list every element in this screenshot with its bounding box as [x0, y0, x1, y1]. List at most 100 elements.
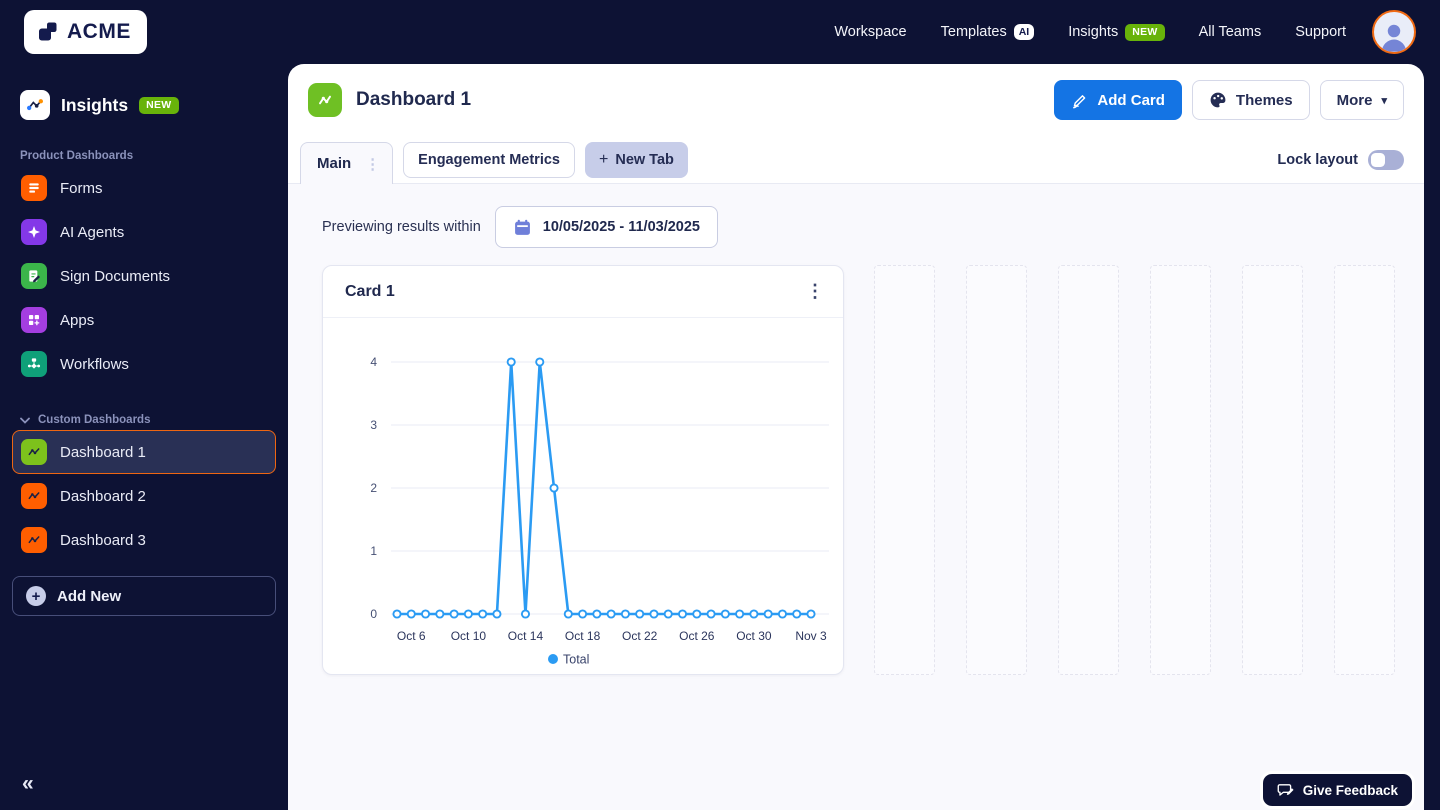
plus-icon: + [599, 150, 609, 168]
date-range-picker[interactable]: 10/05/2025 - 11/03/2025 [494, 206, 718, 248]
forms-icon [21, 175, 47, 201]
sidebar-item-forms[interactable]: Forms [12, 166, 276, 210]
give-feedback-button[interactable]: Give Feedback [1262, 774, 1412, 806]
avatar[interactable] [1372, 10, 1416, 54]
top-header: ACME Workspace Templates AI Insights NEW A… [0, 0, 1440, 64]
sidebar-item-sign-documents[interactable]: Sign Documents [12, 254, 276, 298]
tab-engagement-metrics[interactable]: Engagement Metrics [403, 141, 575, 178]
acme-logo[interactable]: ACME [24, 10, 147, 54]
card-header: Card 1 ⋮ [323, 266, 843, 318]
nav-templates-label: Templates [940, 24, 1007, 40]
custom-dashboards-label: Custom Dashboards [38, 414, 151, 426]
card-1[interactable]: Card 1 ⋮ 0 1 2 3 4 Oct 6 Oct 10 Oct 14 Oct 18 Oct… [322, 265, 844, 675]
svg-text:Oct 10: Oct 10 [451, 629, 487, 643]
dashboard-content: Previewing results within 10/05/2025 - 1… [288, 184, 1424, 810]
card-placeholder [1242, 265, 1303, 675]
chevron-down-icon [20, 417, 30, 424]
svg-text:Total: Total [563, 653, 589, 667]
nav-workspace-label: Workspace [834, 24, 907, 40]
more-label: More [1336, 91, 1373, 109]
calendar-icon [514, 219, 530, 235]
svg-text:Oct 30: Oct 30 [736, 629, 772, 643]
preview-label: Previewing results within [322, 219, 481, 235]
dashboard-1-icon [21, 439, 47, 465]
workflows-icon [21, 351, 47, 377]
sidebar-item-dashboard-2-label: Dashboard 2 [60, 487, 146, 505]
sidebar: Insights NEW Product Dashboards Forms AI… [0, 64, 288, 810]
card-placeholder [1058, 265, 1119, 675]
svg-text:Oct 26: Oct 26 [679, 629, 715, 643]
svg-text:1: 1 [370, 544, 377, 558]
nav-all-teams-label: All Teams [1198, 24, 1262, 40]
ai-badge: AI [1013, 24, 1035, 40]
insights-new-badge: NEW [1125, 23, 1165, 41]
apps-icon [21, 307, 47, 333]
add-new-button[interactable]: + Add New [12, 576, 276, 616]
svg-text:Oct 6: Oct 6 [397, 629, 426, 643]
acme-logo-icon [39, 22, 57, 41]
sidebar-app-title: Insights [61, 94, 129, 115]
sidebar-item-dashboard-3-label: Dashboard 3 [60, 531, 146, 549]
nav-insights-label: Insights [1068, 24, 1119, 40]
nav-all-teams[interactable]: All Teams [1199, 24, 1262, 40]
ai-agents-icon [21, 219, 47, 245]
new-tab-label: New Tab [615, 151, 674, 168]
sidebar-new-badge: NEW [139, 96, 179, 114]
sidebar-item-apps[interactable]: Apps [12, 298, 276, 342]
add-new-label: Add New [57, 587, 122, 605]
tab-menu-icon[interactable]: ⋮ [365, 155, 380, 173]
themes-button[interactable]: Themes [1191, 80, 1310, 120]
nav-support[interactable]: Support [1295, 24, 1346, 40]
tab-main-label: Main [317, 155, 352, 172]
more-button[interactable]: More ▾ [1319, 80, 1404, 120]
palette-icon [1210, 92, 1226, 108]
svg-text:4: 4 [370, 355, 377, 369]
svg-text:0: 0 [370, 607, 377, 621]
caret-down-icon: ▾ [1381, 94, 1387, 107]
date-filter-row: Previewing results within 10/05/2025 - 1… [322, 206, 718, 248]
sidebar-item-apps-label: Apps [60, 311, 95, 329]
tab-engagement-metrics-label: Engagement Metrics [418, 151, 560, 168]
nav-insights[interactable]: Insights NEW [1068, 23, 1165, 41]
sidebar-item-dashboard-3[interactable]: Dashboard 3 [12, 518, 276, 562]
person-icon [1381, 24, 1407, 52]
date-range-value: 10/05/2025 - 11/03/2025 [542, 219, 700, 235]
dashboard-panel: Dashboard 1 Add Card Themes More ▾ Main … [288, 64, 1424, 810]
sidebar-item-dashboard-2[interactable]: Dashboard 2 [12, 474, 276, 518]
svg-text:Oct 14: Oct 14 [508, 629, 544, 643]
toggle-knob [1371, 152, 1385, 167]
svg-text:3: 3 [370, 418, 377, 432]
add-card-label: Add Card [1097, 91, 1165, 109]
tab-row: Main ⋮ Engagement Metrics + New Tab Lock… [288, 136, 1424, 184]
sidebar-app-row[interactable]: Insights NEW [20, 90, 268, 120]
dashboard-2-icon [21, 483, 47, 509]
sidebar-item-forms-label: Forms [60, 179, 103, 197]
svg-text:Oct 22: Oct 22 [622, 629, 658, 643]
product-dashboards-section-label: Product Dashboards [20, 150, 134, 162]
card-menu-icon[interactable]: ⋮ [801, 278, 829, 306]
card-placeholder [1334, 265, 1395, 675]
card-placeholder [966, 265, 1027, 675]
insights-app-icon [20, 90, 50, 120]
sidebar-item-dashboard-1-label: Dashboard 1 [60, 443, 146, 461]
card-title: Card 1 [345, 282, 395, 300]
pen-icon [1073, 94, 1086, 108]
nav-templates[interactable]: Templates AI [941, 24, 1035, 40]
nav-workspace[interactable]: Workspace [834, 24, 906, 40]
cards-grid: Card 1 ⋮ 0 1 2 3 4 Oct 6 Oct 10 Oct 14 Oct 18 Oct… [322, 265, 1410, 675]
logo-text: ACME [67, 20, 131, 43]
card-placeholder [874, 265, 935, 675]
lock-layout-toggle[interactable] [1368, 149, 1404, 170]
sidebar-item-dashboard-1[interactable]: Dashboard 1 [12, 430, 276, 474]
panel-header: Dashboard 1 Add Card Themes More ▾ [288, 64, 1424, 136]
add-card-button[interactable]: Add Card [1054, 80, 1182, 120]
sidebar-item-ai-agents[interactable]: AI Agents [12, 210, 276, 254]
tab-main[interactable]: Main ⋮ [300, 142, 394, 184]
collapse-sidebar-icon[interactable]: « [22, 772, 34, 796]
lock-layout-label: Lock layout [1277, 151, 1358, 168]
sidebar-item-workflows[interactable]: Workflows [12, 342, 276, 386]
custom-dashboards-section[interactable]: Custom Dashboards [20, 414, 268, 426]
header-actions: Add Card Themes More ▾ [1054, 80, 1404, 120]
feedback-icon [1277, 784, 1294, 796]
new-tab-button[interactable]: + New Tab [585, 141, 688, 178]
